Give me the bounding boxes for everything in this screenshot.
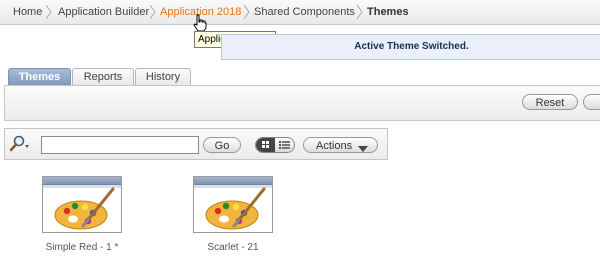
next-button-partial[interactable] bbox=[583, 94, 600, 110]
success-message: Active Theme Switched. bbox=[221, 34, 600, 60]
theme-label[interactable]: Scarlet - 21 bbox=[185, 242, 281, 253]
breadcrumb: Home Application Builder Application 201… bbox=[0, 0, 600, 25]
report-view-icon[interactable] bbox=[275, 138, 294, 152]
breadcrumb-item-application-builder[interactable]: Application Builder bbox=[58, 0, 149, 24]
go-button[interactable]: Go bbox=[203, 137, 241, 153]
theme-palette-icon[interactable] bbox=[42, 176, 122, 233]
actions-label: Actions bbox=[316, 140, 353, 152]
reset-button[interactable]: Reset bbox=[522, 94, 578, 110]
breadcrumb-separator-icon bbox=[150, 5, 156, 19]
breadcrumb-item-home[interactable]: Home bbox=[13, 0, 42, 24]
tab-themes[interactable]: Themes bbox=[8, 68, 71, 86]
search-icon[interactable] bbox=[9, 135, 31, 153]
tab-history[interactable]: History bbox=[135, 68, 191, 86]
chevron-down-icon bbox=[358, 142, 368, 158]
tab-reports[interactable]: Reports bbox=[72, 68, 134, 86]
hand-cursor-icon bbox=[193, 14, 207, 32]
breadcrumb-item-themes: Themes bbox=[367, 6, 409, 18]
search-input[interactable] bbox=[41, 136, 199, 154]
breadcrumb-item-shared-components[interactable]: Shared Components bbox=[254, 0, 355, 24]
theme-label[interactable]: Simple Red - 1 * bbox=[34, 242, 130, 253]
breadcrumb-separator-icon bbox=[357, 5, 363, 19]
breadcrumb-separator-icon bbox=[46, 5, 52, 19]
theme-palette-icon[interactable] bbox=[193, 176, 273, 233]
actions-menu-button[interactable]: Actions bbox=[303, 137, 378, 153]
breadcrumb-separator-icon bbox=[244, 5, 250, 19]
icon-view-icon[interactable] bbox=[256, 138, 275, 152]
view-toggle[interactable] bbox=[255, 137, 295, 153]
tab-panel-toolbar bbox=[4, 85, 600, 121]
